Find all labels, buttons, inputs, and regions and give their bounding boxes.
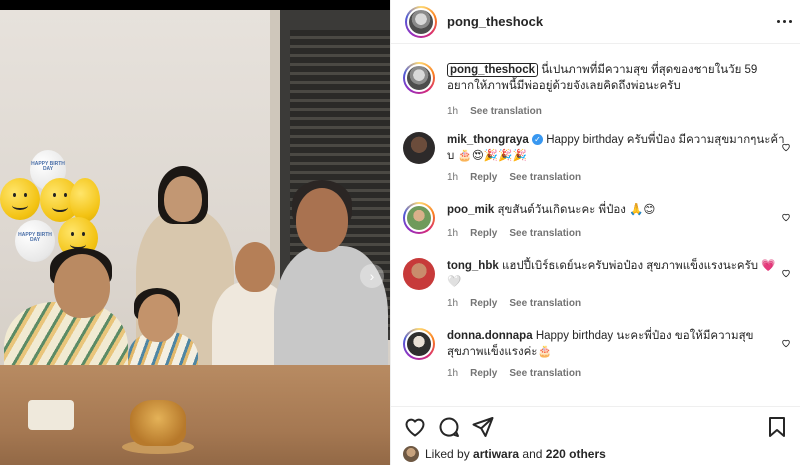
cake-box — [28, 400, 74, 430]
see-translation-link[interactable]: See translation — [509, 368, 581, 379]
birthday-cake — [130, 400, 186, 446]
comment-time: 1h — [447, 172, 459, 183]
commenter-avatar[interactable] — [403, 202, 435, 234]
see-translation-link[interactable]: See translation — [509, 298, 581, 309]
liked-by-user[interactable]: artiwara — [473, 447, 519, 461]
like-comment-heart-icon[interactable] — [781, 268, 791, 278]
post-photo-pane[interactable]: HAPPY BIRTH DAY HAPPY BIRTH DAY › — [0, 0, 390, 465]
commenter-avatar[interactable] — [403, 328, 435, 360]
photo-top-bar — [0, 0, 390, 10]
caption-time: 1h — [447, 106, 459, 117]
balloon-white: HAPPY BIRTH DAY — [15, 220, 55, 262]
commenter-avatar[interactable] — [403, 258, 435, 290]
comment-time: 1h — [447, 368, 459, 379]
see-translation-link[interactable]: See translation — [509, 172, 581, 183]
reply-button[interactable]: Reply — [470, 228, 497, 239]
comment-text: สุขสันต์วันเกิดนะคะ พี่ป๋อง 🙏😊 — [497, 204, 656, 216]
reply-button[interactable]: Reply — [470, 298, 497, 309]
comment-username[interactable]: mik_thongraya — [447, 134, 529, 146]
comment-bubble-icon[interactable] — [437, 415, 461, 439]
caption-username[interactable]: pong_theshock — [447, 63, 538, 77]
caption-avatar[interactable] — [403, 62, 435, 94]
next-photo-icon[interactable]: › — [360, 264, 384, 288]
instagram-post-view: HAPPY BIRTH DAY HAPPY BIRTH DAY › pong_t… — [0, 0, 800, 465]
balloon-smiley — [70, 178, 100, 222]
verified-badge-icon: ✓ — [532, 134, 544, 146]
author-avatar[interactable] — [405, 5, 437, 38]
see-translation-link[interactable]: See translation — [470, 106, 542, 117]
post-photo[interactable]: HAPPY BIRTH DAY HAPPY BIRTH DAY › — [0, 10, 390, 465]
reply-button[interactable]: Reply — [470, 368, 497, 379]
share-paper-plane-icon[interactable] — [471, 415, 495, 439]
commenter-avatar[interactable] — [403, 132, 435, 164]
post-details-panel: pong_theshock pong_theshock นี่เปนภาพที่… — [390, 0, 800, 465]
comment-username[interactable]: poo_mik — [447, 204, 494, 216]
comment-time: 1h — [447, 298, 459, 309]
comments-list: pong_theshock นี่เปนภาพที่มีความสุข ที่ส… — [391, 56, 800, 396]
save-bookmark-icon[interactable] — [765, 415, 789, 439]
like-comment-heart-icon[interactable] — [781, 142, 791, 152]
author-username[interactable]: pong_theshock — [447, 14, 543, 29]
liked-by-prefix: Liked by — [425, 447, 470, 461]
comment-time: 1h — [447, 228, 459, 239]
liked-by-joiner: and — [522, 447, 543, 461]
liker-avatar[interactable] — [403, 446, 419, 462]
post-action-bar — [391, 406, 800, 440]
post-header: pong_theshock — [391, 0, 800, 44]
likes-summary: Liked by artiwara and 220 others — [403, 446, 606, 462]
balloon-smiley — [0, 178, 40, 220]
balloon-text: HAPPY BIRTH DAY — [31, 161, 65, 173]
reply-button[interactable]: Reply — [470, 172, 497, 183]
like-comment-heart-icon[interactable] — [781, 212, 791, 222]
see-translation-link[interactable]: See translation — [509, 228, 581, 239]
like-comment-heart-icon[interactable] — [781, 338, 791, 348]
more-options-icon[interactable] — [775, 12, 793, 30]
balloon-text: HAPPY BIRTH DAY — [18, 231, 52, 243]
like-heart-icon[interactable] — [403, 415, 427, 439]
comment-username[interactable]: tong_hbk — [447, 260, 499, 272]
liked-by-others[interactable]: 220 others — [546, 447, 606, 461]
comment-username[interactable]: donna.donnapa — [447, 330, 533, 342]
